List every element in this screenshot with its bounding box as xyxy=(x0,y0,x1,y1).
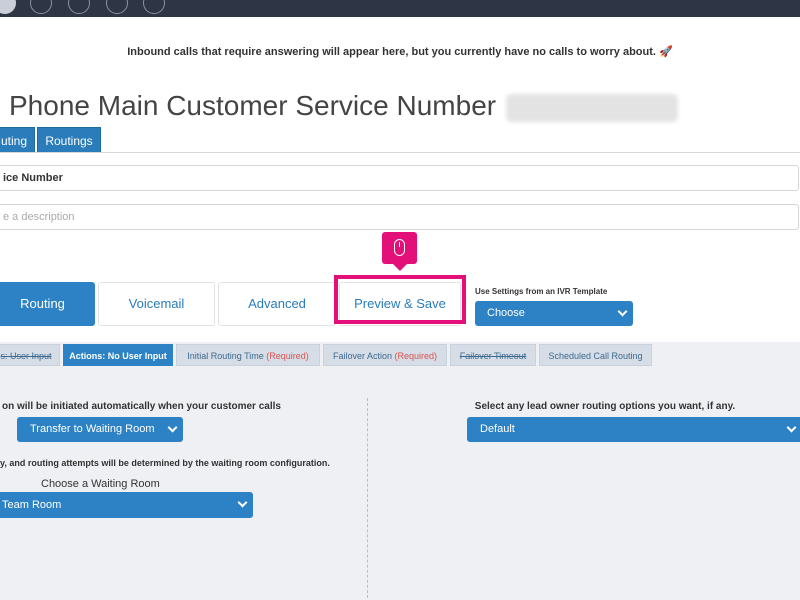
initiation-label: on will be initiated automatically when … xyxy=(2,401,281,412)
tab-routing[interactable]: Routing xyxy=(0,282,95,326)
step-initial-routing-time[interactable]: Initial Routing Time (Required) xyxy=(176,344,320,366)
lead-owner-select[interactable]: Default xyxy=(467,417,800,442)
step-scheduled-call-routing[interactable]: Scheduled Call Routing xyxy=(539,344,652,366)
nav-circle-icon[interactable] xyxy=(106,0,128,14)
nav-circle-icon[interactable] xyxy=(30,0,52,14)
waiting-room-label: Choose a Waiting Room xyxy=(41,478,160,490)
step-failover-action[interactable]: Failover Action (Required) xyxy=(323,344,447,366)
routing-settings-panel xyxy=(0,342,800,600)
panel-divider xyxy=(367,398,368,598)
top-navigation-bar xyxy=(0,0,800,17)
nav-circle-icon[interactable] xyxy=(0,0,16,14)
subtab-routing[interactable]: uting xyxy=(0,127,35,153)
click-indicator-badge xyxy=(382,232,417,271)
ivr-template-label: Use Settings from an IVR Template xyxy=(475,287,608,296)
lead-owner-value: Default xyxy=(480,423,515,435)
highlight-box xyxy=(334,275,466,324)
step-user-input[interactable]: s: User Input xyxy=(0,344,60,366)
nav-circle-icon[interactable] xyxy=(68,0,90,14)
waiting-room-note: y, and routing attempts will be determin… xyxy=(0,458,330,468)
chevron-down-icon xyxy=(167,422,178,433)
divider-line xyxy=(0,152,800,153)
name-field[interactable]: ice Number xyxy=(0,165,799,191)
action-select[interactable]: Transfer to Waiting Room xyxy=(17,417,183,442)
step-no-user-input[interactable]: Actions: No User Input xyxy=(63,344,173,366)
page-title: Phone Main Customer Service Number xyxy=(9,90,679,122)
tab-voicemail[interactable]: Voicemail xyxy=(98,282,215,326)
waiting-room-value: Team Room xyxy=(2,499,62,511)
description-field[interactable]: e a description xyxy=(0,204,799,230)
tab-advanced[interactable]: Advanced xyxy=(218,282,336,326)
nav-circle-icon[interactable] xyxy=(143,0,165,14)
redacted-phone-number xyxy=(506,93,679,122)
incoming-calls-notice: Inbound calls that require answering wil… xyxy=(127,46,673,58)
ivr-template-select[interactable]: Choose xyxy=(475,301,633,326)
chevron-down-icon xyxy=(617,306,628,317)
step-failover-timeout[interactable]: Failover Timeout xyxy=(450,344,536,366)
lead-owner-label: Select any lead owner routing options yo… xyxy=(474,401,736,412)
mouse-icon xyxy=(394,239,405,256)
chevron-down-icon xyxy=(786,422,797,433)
chevron-down-icon xyxy=(237,497,248,508)
ivr-template-value: Choose xyxy=(487,307,525,319)
action-select-value: Transfer to Waiting Room xyxy=(30,423,155,435)
page-title-text: Phone Main Customer Service Number xyxy=(9,90,497,121)
waiting-room-select[interactable]: Team Room xyxy=(0,492,253,518)
subtab-routings[interactable]: Routings xyxy=(37,127,101,153)
